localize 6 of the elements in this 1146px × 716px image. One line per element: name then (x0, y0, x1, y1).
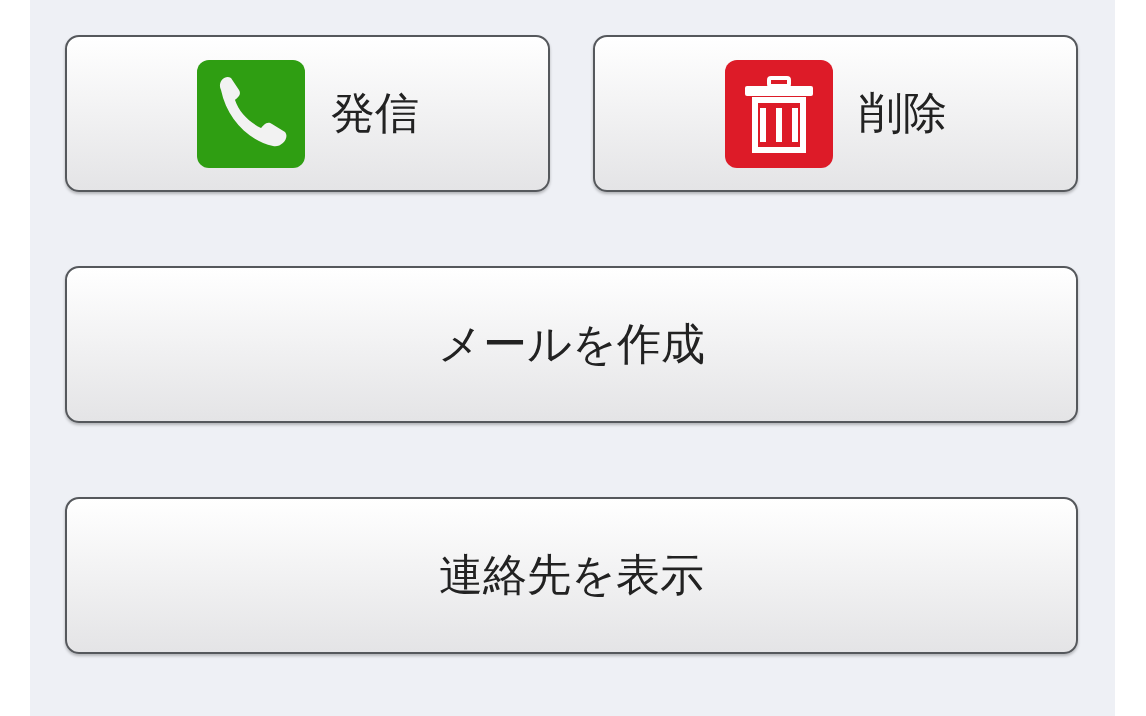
delete-button[interactable]: 削除 (593, 35, 1078, 192)
action-button[interactable]: メールを作成 (65, 266, 1078, 423)
call-button[interactable]: 発信 (65, 35, 550, 192)
trash-icon (724, 59, 833, 168)
action-button[interactable]: 連絡先を表示 (65, 497, 1078, 654)
phone-icon (196, 59, 305, 168)
